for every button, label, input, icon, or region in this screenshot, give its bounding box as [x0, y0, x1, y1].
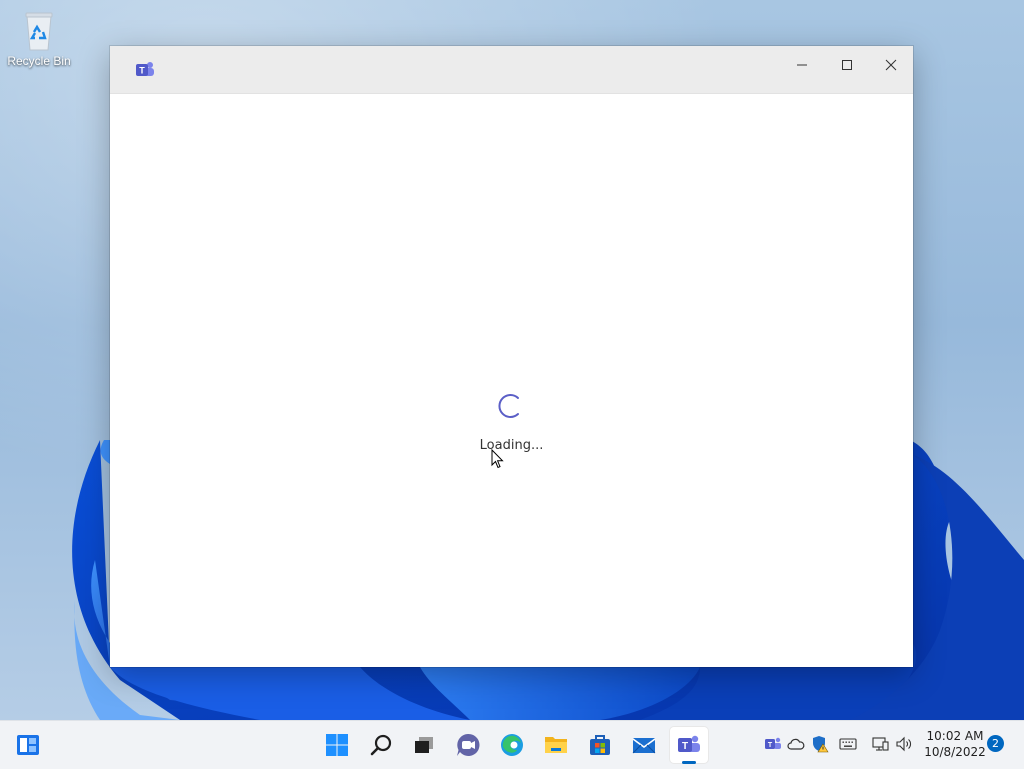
teams-window[interactable]: T Loading... [110, 46, 913, 667]
teams-icon: T [134, 59, 156, 81]
edge-icon [501, 734, 523, 756]
loading-text: Loading... [479, 438, 544, 453]
start-button[interactable] [318, 727, 356, 763]
mouse-cursor-icon [491, 448, 505, 469]
minimize-button[interactable] [780, 46, 824, 84]
maximize-button[interactable] [825, 46, 869, 84]
chat-icon [457, 733, 480, 756]
teams-icon: T [765, 737, 781, 749]
search-icon [370, 734, 392, 756]
store-icon [590, 735, 610, 755]
taskbar-clock[interactable]: 10:02 AM 10/8/2022 [918, 728, 992, 760]
close-button[interactable] [869, 46, 913, 84]
notification-badge[interactable]: 2 [987, 735, 1004, 752]
task-view-icon [415, 737, 433, 753]
speaker-icon [896, 736, 911, 752]
tray-security[interactable] [810, 733, 830, 755]
task-view-button[interactable] [405, 727, 443, 763]
tray-network[interactable] [870, 733, 890, 755]
svg-text:T: T [768, 742, 773, 749]
tray-volume[interactable] [894, 733, 914, 755]
search-button[interactable] [362, 727, 400, 763]
taskbar: T T 10:02 AM 10/8/2022 [0, 720, 1024, 769]
keyboard-icon [839, 738, 857, 750]
desktop-icon-recycle-bin[interactable]: Recycle Bin [4, 8, 74, 68]
clock-time: 10:02 AM [926, 729, 984, 743]
tray-teams[interactable]: T [763, 733, 783, 755]
chat-button[interactable] [449, 727, 487, 763]
widgets-button[interactable] [9, 727, 47, 763]
mail-button[interactable] [625, 727, 663, 763]
clock-date: 10/8/2022 [924, 745, 986, 759]
svg-text:T: T [682, 741, 688, 752]
folder-icon [545, 737, 567, 753]
edge-button[interactable] [493, 727, 531, 763]
svg-text:T: T [139, 66, 145, 76]
store-button[interactable] [581, 727, 619, 763]
windows-start-icon [326, 734, 348, 756]
cloud-icon [787, 738, 805, 750]
network-icon [872, 737, 889, 751]
widgets-icon [17, 735, 39, 755]
maximize-icon [842, 60, 852, 70]
teams-taskbar-button[interactable]: T [670, 727, 708, 764]
shield-warning-icon [813, 736, 829, 753]
tray-onedrive[interactable] [786, 733, 806, 755]
teams-icon: T [678, 735, 700, 752]
window-content: Loading... [110, 94, 913, 667]
desktop-icon-label: Recycle Bin [7, 54, 71, 68]
file-explorer-button[interactable] [537, 727, 575, 763]
recycle-bin-icon [17, 8, 61, 52]
spinner-icon [494, 392, 522, 420]
tray-keyboard[interactable] [838, 733, 858, 755]
mail-icon [632, 738, 656, 754]
window-titlebar[interactable]: T [110, 46, 913, 94]
close-icon [885, 59, 897, 71]
active-app-indicator [682, 761, 696, 764]
minimize-icon [797, 64, 807, 66]
